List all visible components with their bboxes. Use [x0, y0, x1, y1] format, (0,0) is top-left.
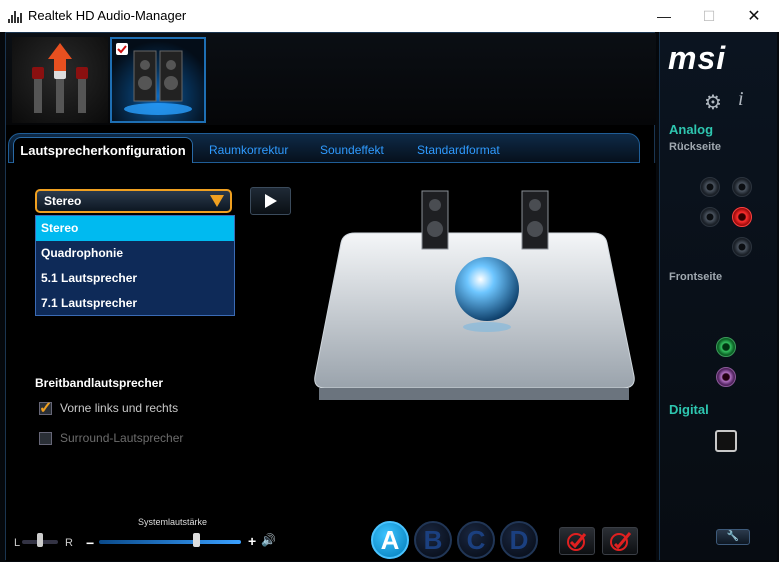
surround-checkbox[interactable]: [39, 432, 52, 445]
play-icon: [264, 194, 277, 208]
window-title: Realtek HD Audio-Manager: [28, 8, 187, 23]
maximize-button[interactable]: ☐: [686, 0, 732, 32]
app-area: Lautsprecherkonfiguration Raumkorrektur …: [0, 32, 779, 562]
rear-jack-5[interactable]: [732, 237, 752, 257]
balance-knob[interactable]: [37, 533, 43, 547]
tab-room-correction[interactable]: Raumkorrektur: [209, 143, 288, 157]
speaker-config-options: Stereo Quadrophonie 5.1 Lautsprecher 7.1…: [35, 215, 235, 316]
front-lr-label: Vorne links und rechts: [60, 401, 179, 415]
speaker-stage-visual: [314, 190, 635, 400]
volume-knob[interactable]: [193, 533, 200, 547]
volume-track[interactable]: [99, 540, 241, 544]
save-profile-button[interactable]: [602, 527, 638, 555]
broadband-title: Breitbandlautsprecher: [35, 376, 164, 390]
profile-d-button[interactable]: D: [500, 521, 538, 559]
rear-jack-2[interactable]: [732, 177, 752, 197]
digital-heading: Digital: [669, 402, 709, 417]
main-panel: Lautsprecherkonfiguration Raumkorrektur …: [5, 32, 656, 561]
volume-up-button[interactable]: +: [248, 533, 256, 549]
volume-label: Systemlautstärke: [138, 517, 208, 527]
analog-jacks-device-icon[interactable]: [12, 37, 108, 123]
speakers-device-icon[interactable]: [110, 37, 206, 123]
tab-sound-effect[interactable]: Soundeffekt: [320, 143, 384, 157]
front-headphone-jack[interactable]: [716, 337, 736, 357]
rear-jack-3[interactable]: [700, 207, 720, 227]
rear-label: Rückseite: [669, 141, 721, 153]
check-edit-icon: [610, 532, 632, 551]
balance-left-label: L: [14, 537, 21, 549]
dropdown-arrow-icon: [210, 195, 224, 207]
dropdown-selected-value: Stereo: [44, 194, 82, 208]
rear-jack-active[interactable]: [732, 207, 752, 227]
speaker-volume-icon[interactable]: 🔊: [261, 533, 276, 547]
right-panel: msi ⚙ i Analog Rückseite Frontseite Digi…: [659, 32, 777, 560]
apply-profile-button[interactable]: [559, 527, 595, 555]
speaker-config-dropdown[interactable]: Stereo: [35, 189, 232, 213]
minimize-button[interactable]: —: [641, 0, 687, 32]
close-button[interactable]: ✕: [731, 0, 777, 32]
tab-bar: Lautsprecherkonfiguration Raumkorrektur …: [8, 133, 640, 163]
front-mic-jack[interactable]: [716, 367, 736, 387]
surround-label: Surround-Lautsprecher: [60, 431, 184, 445]
check-circle-icon: [567, 533, 587, 551]
realtek-app-icon: [8, 9, 22, 23]
option-7-1[interactable]: 7.1 Lautsprecher: [36, 291, 234, 316]
right-speaker-icon[interactable]: [521, 190, 549, 250]
check-icon: ✓: [39, 400, 53, 417]
info-icon[interactable]: i: [738, 88, 744, 111]
profile-a-button[interactable]: A: [371, 521, 409, 559]
wrench-settings-button[interactable]: 🔧: [716, 529, 750, 545]
balance-right-label: R: [65, 537, 73, 549]
option-quadrophonie[interactable]: Quadrophonie: [36, 241, 234, 266]
msi-logo: msi: [668, 40, 727, 76]
profile-c-button[interactable]: C: [457, 521, 495, 559]
tab-speaker-config[interactable]: Lautsprecherkonfiguration: [13, 137, 193, 163]
tab-default-format[interactable]: Standardformat: [417, 143, 500, 157]
volume-down-button[interactable]: −: [86, 535, 94, 551]
profile-b-button[interactable]: B: [414, 521, 452, 559]
listener-sphere: [455, 257, 519, 321]
title-bar: Realtek HD Audio-Manager — ☐ ✕: [0, 0, 779, 32]
left-speaker-icon[interactable]: [421, 190, 449, 250]
content-area: Stereo Stereo Quadrophonie 5.1 Lautsprec…: [6, 163, 656, 561]
option-stereo[interactable]: Stereo: [36, 216, 234, 241]
digital-output-port[interactable]: [715, 430, 737, 452]
analog-heading: Analog: [669, 122, 714, 137]
play-test-button[interactable]: [250, 187, 291, 215]
settings-gear-icon[interactable]: ⚙: [704, 90, 722, 115]
device-strip: [6, 33, 656, 125]
option-5-1[interactable]: 5.1 Lautsprecher: [36, 266, 234, 291]
front-label: Frontseite: [669, 271, 723, 283]
rear-jack-1[interactable]: [700, 177, 720, 197]
